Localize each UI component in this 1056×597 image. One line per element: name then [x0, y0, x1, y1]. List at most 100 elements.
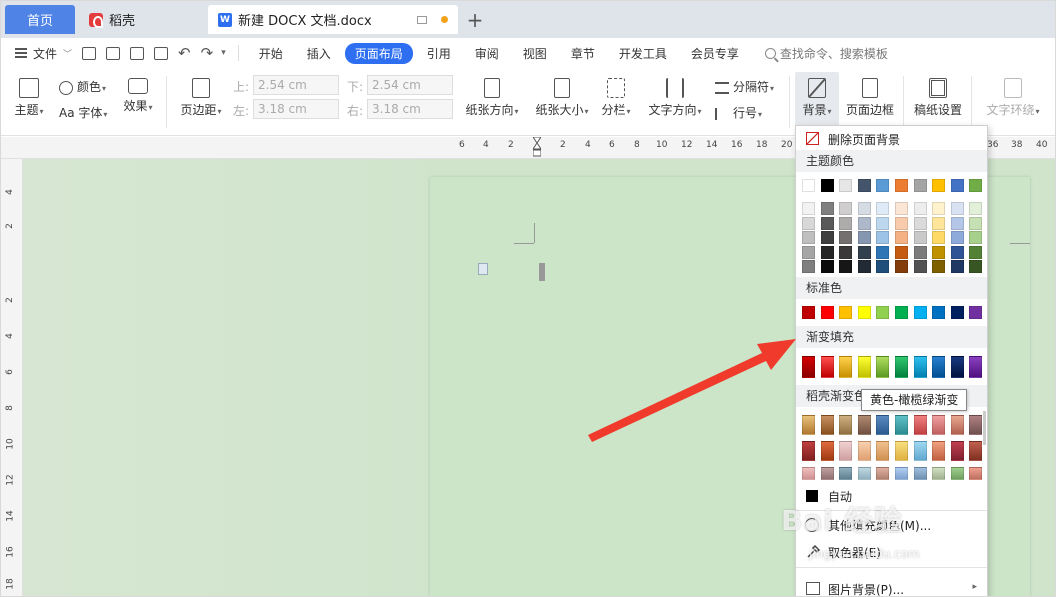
gradient-fill-swatch[interactable]	[820, 356, 834, 378]
theme-shade-swatch[interactable]	[876, 216, 890, 230]
daoke-gradient-swatch[interactable]	[857, 441, 871, 461]
standard-color-swatch[interactable]	[876, 306, 890, 319]
tab-home[interactable]: 首页	[5, 5, 75, 34]
command-search[interactable]: 查找命令、搜索模板	[764, 45, 888, 62]
daoke-gradient-swatch[interactable]	[876, 415, 890, 435]
theme-shade-swatch[interactable]	[839, 260, 853, 273]
save-icon[interactable]	[82, 46, 97, 60]
top-margin-input[interactable]: 2.54 cm	[253, 75, 339, 95]
theme-shade-swatch[interactable]	[802, 231, 815, 244]
daoke-gradient-swatch[interactable]	[839, 467, 853, 480]
theme-shade-swatch[interactable]	[950, 202, 964, 215]
standard-color-swatch[interactable]	[802, 306, 815, 319]
remove-page-background-item[interactable]: 删除页面背景	[796, 128, 987, 150]
theme-shade-swatch[interactable]	[802, 260, 815, 273]
daoke-gradient-swatch[interactable]	[876, 467, 890, 480]
daoke-gradient-swatch[interactable]	[969, 441, 983, 461]
standard-color-swatch[interactable]	[969, 306, 983, 319]
theme-shade-swatch[interactable]	[932, 216, 946, 230]
background-button[interactable]: 背景▾	[795, 72, 839, 130]
theme-color-swatch[interactable]	[969, 179, 983, 192]
theme-shade-swatch[interactable]	[969, 216, 983, 230]
daoke-gradient-swatch[interactable]	[876, 441, 890, 461]
tab-references[interactable]: 引用	[417, 43, 461, 64]
theme-shade-swatch[interactable]	[802, 245, 815, 259]
daoke-gradient-swatch[interactable]	[857, 415, 871, 435]
daoke-gradient-swatch[interactable]	[839, 441, 853, 461]
gradient-fill-swatch[interactable]	[932, 356, 946, 378]
undo-icon[interactable]: ↶	[178, 44, 191, 62]
theme-shade-swatch[interactable]	[857, 231, 871, 244]
theme-shade-swatch[interactable]	[802, 202, 815, 215]
theme-color-swatch[interactable]	[932, 179, 946, 192]
theme-color-swatch[interactable]	[839, 179, 853, 192]
daoke-gradient-swatch[interactable]	[820, 415, 834, 435]
theme-shade-swatch[interactable]	[839, 245, 853, 259]
daoke-gradient-swatch[interactable]	[802, 441, 815, 461]
theme-shade-swatch[interactable]	[876, 260, 890, 273]
daoke-gradient-swatch[interactable]	[969, 415, 983, 435]
float-window-icon[interactable]	[417, 15, 427, 24]
daoke-gradient-swatch[interactable]	[895, 415, 908, 435]
standard-color-swatch[interactable]	[895, 306, 908, 319]
picture-background-item[interactable]: 图片背景(P)... ▸	[796, 578, 987, 596]
daoke-gradient-swatch[interactable]	[895, 467, 908, 480]
theme-shade-swatch[interactable]	[857, 260, 871, 273]
theme-shade-swatch[interactable]	[839, 231, 853, 244]
theme-shade-swatch[interactable]	[932, 231, 946, 244]
print-icon[interactable]	[130, 46, 145, 60]
standard-color-swatch[interactable]	[857, 306, 871, 319]
gradient-fill-swatch[interactable]	[950, 356, 964, 378]
daoke-gradient-swatch[interactable]	[969, 467, 983, 480]
palette-scrollbar[interactable]	[983, 411, 986, 445]
theme-color-swatch[interactable]	[895, 179, 908, 192]
theme-shade-swatch[interactable]	[950, 260, 964, 273]
standard-color-swatch[interactable]	[839, 306, 853, 319]
theme-shade-swatch[interactable]	[913, 202, 927, 215]
theme-shade-swatch[interactable]	[895, 231, 908, 244]
theme-shade-swatch[interactable]	[857, 216, 871, 230]
text-direction-button[interactable]: 文字方向▾	[647, 78, 703, 118]
theme-shade-swatch[interactable]	[820, 260, 834, 273]
daoke-gradient-swatch[interactable]	[913, 415, 927, 435]
vertical-ruler[interactable]: 4 2 2 4 6 8 10 12 14 16 18	[1, 159, 23, 596]
font-button[interactable]: Aa 字体▾	[59, 104, 107, 121]
tab-section[interactable]: 章节	[561, 43, 605, 64]
margins-button[interactable]: 页边距▾	[177, 78, 225, 118]
theme-shade-swatch[interactable]	[857, 245, 871, 259]
breaks-button[interactable]: 分隔符▾	[715, 78, 774, 95]
daoke-gradient-swatch[interactable]	[839, 415, 853, 435]
theme-shade-swatch[interactable]	[913, 245, 927, 259]
theme-shade-swatch[interactable]	[950, 245, 964, 259]
redo-icon[interactable]: ↷	[201, 44, 214, 62]
daoke-gradient-swatch[interactable]	[913, 467, 927, 480]
tab-member[interactable]: 会员专享	[681, 43, 749, 64]
standard-color-swatch[interactable]	[913, 306, 927, 319]
gradient-fill-swatch[interactable]	[969, 356, 983, 378]
daoke-gradient-swatch[interactable]	[932, 415, 946, 435]
theme-shade-swatch[interactable]	[969, 202, 983, 215]
theme-color-swatch[interactable]	[820, 179, 834, 192]
line-numbers-button[interactable]: 行号▾	[715, 104, 762, 121]
theme-shade-swatch[interactable]	[820, 216, 834, 230]
theme-shade-swatch[interactable]	[969, 231, 983, 244]
daoke-gradient-swatch[interactable]	[820, 467, 834, 480]
theme-shade-swatch[interactable]	[950, 231, 964, 244]
theme-shade-swatch[interactable]	[932, 260, 946, 273]
indent-marker-icon[interactable]	[532, 136, 542, 157]
theme-shade-swatch[interactable]	[913, 216, 927, 230]
theme-shade-swatch[interactable]	[820, 245, 834, 259]
paper-size-button[interactable]: 纸张大小▾	[533, 78, 591, 118]
quick-access-more-icon[interactable]: ▾	[221, 48, 226, 58]
tab-start[interactable]: 开始	[249, 43, 293, 64]
standard-color-swatch[interactable]	[932, 306, 946, 319]
theme-shade-swatch[interactable]	[913, 231, 927, 244]
columns-button[interactable]: 分栏▾	[601, 78, 631, 118]
tab-insert[interactable]: 插入	[297, 43, 341, 64]
theme-color-swatch[interactable]	[913, 179, 927, 192]
theme-button[interactable]: 主题▾	[13, 78, 45, 118]
theme-shade-swatch[interactable]	[820, 202, 834, 215]
tab-daoke[interactable]: 稻壳	[81, 5, 201, 34]
theme-shade-swatch[interactable]	[895, 245, 908, 259]
daoke-gradient-swatch[interactable]	[950, 467, 964, 480]
